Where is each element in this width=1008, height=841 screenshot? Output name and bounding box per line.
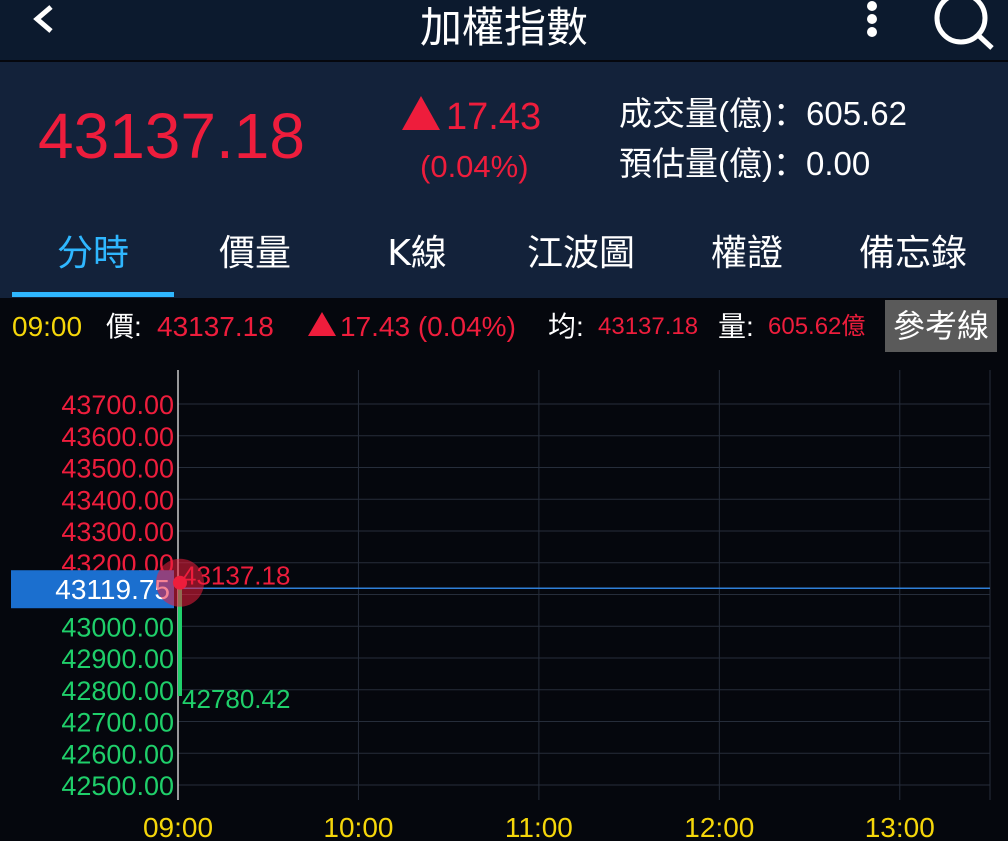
y-tick-label: 43300.00 [61,517,174,547]
y-tick-label: 42600.00 [61,739,174,769]
intraday-chart: 43700.0043600.0043500.0043400.0043300.00… [11,370,991,841]
x-tick-label: 09:00 [143,812,213,841]
low-label: 42780.42 [182,684,290,714]
y-tick-label: 43000.00 [61,612,174,642]
y-tick-label: 42700.00 [61,708,174,738]
x-tick-label: 13:00 [865,812,935,841]
y-tick-label: 42900.00 [61,644,174,674]
current-price-dot [173,575,187,590]
y-tick-label: 42800.00 [61,676,174,706]
x-tick-label: 10:00 [323,812,393,841]
reference-value-label: 43119.75 [55,574,170,605]
x-tick-label: 12:00 [684,812,754,841]
y-tick-label: 43500.00 [61,454,174,484]
y-tick-label: 42500.00 [61,771,174,801]
x-tick-label: 11:00 [505,812,573,841]
y-tick-label: 43400.00 [61,485,174,515]
y-tick-label: 43600.00 [61,422,174,452]
y-tick-label: 43700.00 [61,390,174,420]
